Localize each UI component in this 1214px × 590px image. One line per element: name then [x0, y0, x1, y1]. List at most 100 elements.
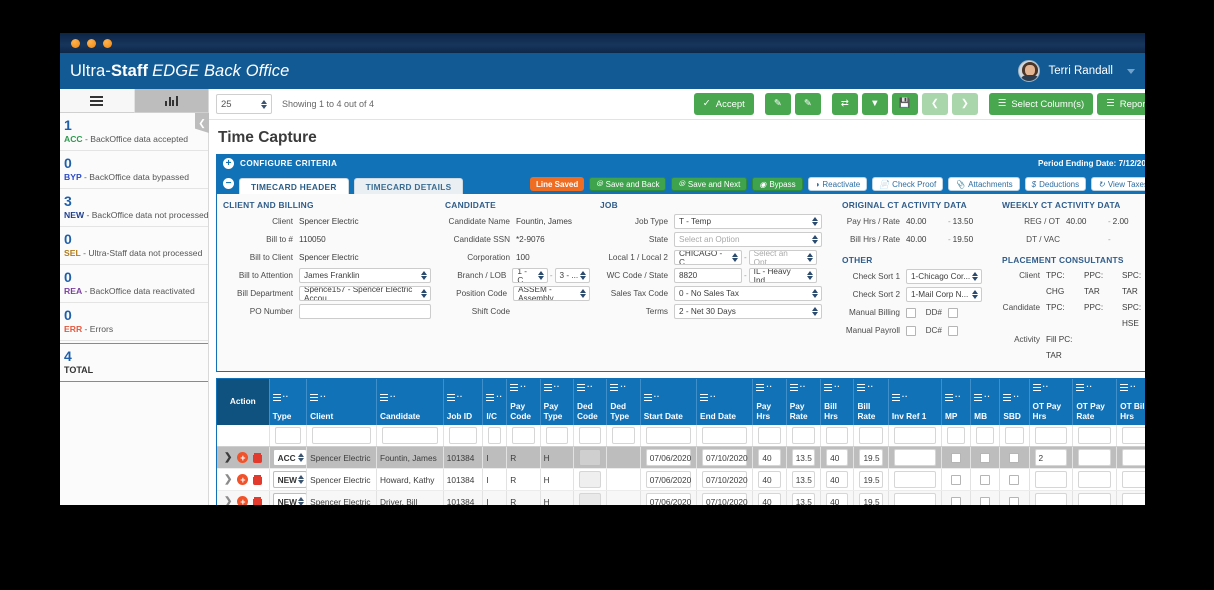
filter-cell[interactable] — [1116, 425, 1145, 447]
row-job-id-cell[interactable]: 101384 — [443, 468, 484, 491]
edit-button[interactable]: ✎ — [764, 93, 791, 115]
row-ot-pay-rate-cell[interactable] — [1072, 446, 1118, 469]
row-inv-ref-cell[interactable] — [888, 490, 942, 505]
manual-billing-checkbox[interactable] — [906, 307, 916, 318]
filter-cell[interactable] — [1072, 425, 1118, 447]
trash-icon[interactable] — [253, 496, 263, 505]
row-ot-pay-hrs-cell[interactable] — [1029, 468, 1074, 491]
sidebar-tab-menu[interactable] — [60, 89, 135, 113]
trash-icon[interactable] — [253, 474, 263, 485]
col-header-bill-rate[interactable]: ·· Bill Rate — [853, 379, 889, 425]
row-ot-bill-hrs-cell[interactable] — [1116, 446, 1145, 469]
column-menu-icon[interactable]: ·· — [857, 383, 884, 391]
status-item-byp[interactable]: 0 BYP - BackOffice data bypassed — [60, 151, 208, 189]
row-end-date-cell[interactable]: 07/10/2020 — [696, 490, 754, 505]
filter-cell[interactable] — [606, 425, 641, 447]
bypass-button[interactable]: ◉ Bypass — [752, 177, 803, 191]
row-pay-hrs-cell[interactable]: 40 — [752, 446, 787, 469]
maximize-dot[interactable] — [103, 38, 112, 48]
row-action-cell[interactable]: ❯ + — [217, 490, 270, 505]
column-menu-icon[interactable]: ·· — [272, 393, 304, 401]
row-bill-hrs-cell[interactable]: 40 — [820, 446, 855, 469]
col-header-pay-code[interactable]: ·· Pay Code — [506, 379, 541, 425]
row-mb-cell[interactable] — [970, 490, 1001, 505]
row-ded-code-cell[interactable] — [573, 490, 608, 505]
col-header-ot-bill-hrs[interactable]: ·· OT Bill Hrs — [1116, 379, 1145, 425]
col-header-type[interactable]: ·· Type — [269, 379, 308, 425]
filter-cell[interactable] — [786, 425, 822, 447]
col-header-ot-pay-rate[interactable]: ·· OT Pay Rate — [1072, 379, 1118, 425]
mp-checkbox[interactable] — [951, 496, 962, 505]
sidebar-tab-chart[interactable] — [134, 89, 208, 113]
plus-circle-icon[interactable]: + — [237, 496, 249, 505]
column-menu-icon[interactable]: ·· — [577, 383, 603, 391]
col-header-ot-pay-hrs[interactable]: ·· OT Pay Hrs — [1029, 379, 1074, 425]
row-bill-rate-cell[interactable]: 19.5 — [853, 468, 889, 491]
column-menu-icon[interactable]: ·· — [700, 393, 749, 401]
plus-circle-icon[interactable]: + — [237, 452, 249, 463]
col-header-pay-type[interactable]: ·· Pay Type — [540, 379, 575, 425]
trash-icon[interactable] — [253, 452, 263, 463]
row-sbd-cell[interactable] — [999, 446, 1030, 469]
row-job-id-cell[interactable]: 101384 — [443, 446, 484, 469]
attachments-button[interactable]: 📎 Attachments — [948, 177, 1020, 191]
column-menu-icon[interactable]: ·· — [643, 393, 693, 401]
row-inv-ref-cell[interactable] — [888, 446, 942, 469]
col-header-job-id[interactable]: ·· Job ID — [443, 379, 484, 425]
row-ot-bill-hrs-cell[interactable] — [1116, 490, 1145, 505]
mp-checkbox[interactable] — [951, 474, 962, 485]
row-ded-code-cell[interactable] — [573, 468, 608, 491]
check-sort-2-select[interactable]: 1-Mail Corp N... — [906, 287, 982, 302]
col-header-bill-hrs[interactable]: ·· Bill Hrs — [820, 379, 855, 425]
status-item-sel[interactable]: 0 SEL - Ultra-Staff data not processed — [60, 227, 208, 265]
user-menu[interactable]: Terri Randall — [1018, 60, 1137, 82]
status-item-new[interactable]: 3 NEW - BackOffice data not processed — [60, 189, 209, 227]
column-menu-icon[interactable]: ·· — [610, 383, 636, 391]
filter-cell[interactable] — [999, 425, 1030, 447]
billto-attention-select[interactable]: James Franklin — [299, 268, 431, 283]
filter-cell[interactable] — [696, 425, 754, 447]
chevron-right-icon[interactable]: ❯ — [224, 496, 232, 505]
filter-cell[interactable] — [573, 425, 608, 447]
row-action-cell[interactable]: ❯ + — [217, 468, 270, 491]
col-header-ic[interactable]: ·· I/C — [482, 379, 508, 425]
col-header-pay-hrs[interactable]: ·· Pay Hrs — [752, 379, 787, 425]
check-proof-button[interactable]: 📄 Check Proof — [872, 177, 944, 191]
dd-checkbox[interactable] — [948, 307, 958, 318]
row-pay-rate-cell[interactable]: 13.5 — [786, 446, 822, 469]
column-menu-icon[interactable]: ·· — [543, 383, 570, 391]
filter-cell[interactable] — [443, 425, 484, 447]
row-inv-ref-cell[interactable] — [888, 468, 942, 491]
reports-button[interactable]: ☰ Reports — [1097, 93, 1145, 115]
row-job-id-cell[interactable]: 101384 — [443, 490, 484, 505]
filter-cell[interactable] — [970, 425, 1001, 447]
column-menu-icon[interactable]: ·· — [789, 383, 817, 391]
row-bill-hrs-cell[interactable]: 40 — [820, 490, 855, 505]
column-menu-icon[interactable]: ·· — [944, 393, 967, 401]
sbd-checkbox[interactable] — [1009, 496, 1020, 505]
status-item-rea[interactable]: 0 REA - BackOffice data reactivated — [60, 265, 208, 303]
plus-circle-icon[interactable]: + — [223, 158, 234, 169]
po-number-input[interactable] — [299, 304, 431, 319]
grid-filter-row[interactable] — [217, 425, 1145, 447]
row-mb-cell[interactable] — [970, 468, 1001, 491]
col-header-sbd[interactable]: ·· SBD — [999, 379, 1030, 425]
close-dot[interactable] — [71, 38, 80, 48]
col-header-inv-ref-1[interactable]: ·· Inv Ref 1 — [888, 379, 942, 425]
check-sort-1-select[interactable]: 1-Chicago Cor... — [906, 269, 982, 284]
sales-tax-select[interactable]: 0 - No Sales Tax — [674, 286, 822, 301]
state-select[interactable]: Select an Option — [674, 232, 822, 247]
col-header-action[interactable]: Action — [217, 379, 270, 425]
row-pay-hrs-cell[interactable]: 40 — [752, 468, 787, 491]
position-code-select[interactable]: ASSEM - Assembly ... — [513, 286, 590, 301]
plus-circle-icon[interactable]: + — [237, 474, 249, 485]
deductions-button[interactable]: $ Deductions — [1024, 177, 1087, 191]
row-action-cell[interactable]: ❯ + — [217, 446, 270, 469]
column-menu-icon[interactable]: ·· — [891, 393, 938, 401]
filter-cell[interactable] — [888, 425, 942, 447]
chevron-right-icon[interactable]: ❯ — [224, 452, 232, 463]
col-header-end-date[interactable]: ·· End Date — [696, 379, 754, 425]
col-header-start-date[interactable]: ·· Start Date — [640, 379, 698, 425]
row-mp-cell[interactable] — [941, 446, 972, 469]
filter-cell[interactable] — [269, 425, 308, 447]
